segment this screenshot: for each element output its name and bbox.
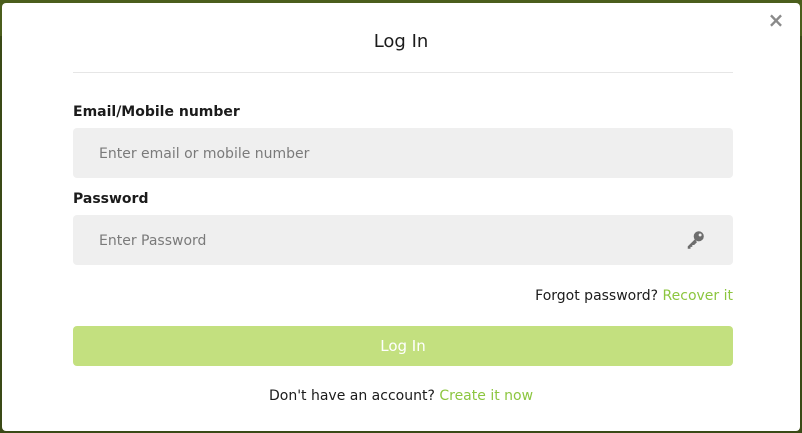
password-field[interactable] xyxy=(97,215,681,267)
email-field-container xyxy=(73,128,733,180)
modal-title: Log In xyxy=(373,31,429,52)
title-divider xyxy=(73,72,733,73)
email-field[interactable] xyxy=(97,128,681,180)
signup-prompt: Don't have an account? xyxy=(268,388,435,404)
email-label: Email/Mobile number xyxy=(73,104,240,120)
forgot-password-prompt: Forgot password? xyxy=(535,288,659,304)
login-modal: × Log In Email/Mobile number Password Fo… xyxy=(2,3,800,431)
password-label: Password xyxy=(73,191,149,207)
close-icon[interactable]: × xyxy=(766,10,786,30)
key-icon[interactable] xyxy=(685,229,707,251)
create-account-link[interactable]: Create it now xyxy=(439,388,533,404)
recover-link[interactable]: Recover it xyxy=(663,288,733,304)
password-field-container xyxy=(73,215,733,267)
login-button[interactable]: Log In xyxy=(73,326,733,366)
signup-row: Don't have an account? Create it now xyxy=(2,388,800,404)
forgot-password-row: Forgot password? Recover it xyxy=(535,288,733,304)
